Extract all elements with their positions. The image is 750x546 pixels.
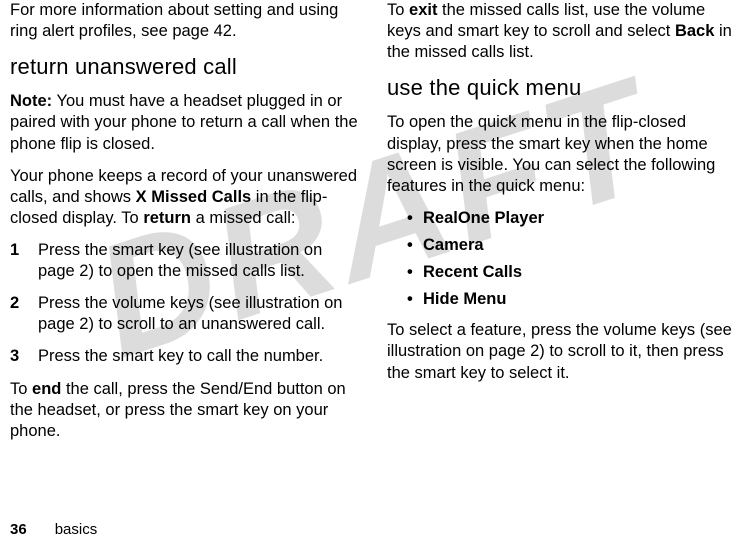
page-footer: 36 basics	[10, 521, 97, 538]
step-text: Press the smart key to call the number.	[38, 346, 323, 367]
back-label: Back	[675, 22, 714, 40]
quick-item-recent: Recent Calls	[407, 262, 740, 283]
page-number: 36	[10, 521, 27, 538]
page-content: For more information about setting and u…	[0, 0, 750, 500]
bullet-label: Hide Menu	[423, 290, 506, 308]
record-paragraph: Your phone keeps a record of your unansw…	[10, 166, 363, 229]
intro-paragraph: For more information about setting and u…	[10, 0, 363, 42]
note-body: You must have a headset plugged in or pa…	[10, 92, 358, 152]
record-text-e: a missed call:	[191, 209, 296, 227]
exit-text-a: To	[387, 1, 409, 19]
end-text-a: To	[10, 380, 32, 398]
note-label: Note:	[10, 92, 52, 110]
quick-item-camera: Camera	[407, 235, 740, 256]
end-call-paragraph: To end the call, press the Send/End butt…	[10, 379, 363, 442]
note-paragraph: Note: You must have a headset plugged in…	[10, 91, 363, 154]
select-feature-paragraph: To select a feature, press the volume ke…	[387, 320, 740, 383]
quick-item-hide: Hide Menu	[407, 289, 740, 310]
step-number: 3	[10, 346, 38, 367]
exit-paragraph: To exit the missed calls list, use the v…	[387, 0, 740, 63]
bullet-label: Camera	[423, 236, 484, 254]
step-1: 1Press the smart key (see illustration o…	[10, 240, 363, 282]
right-column: To exit the missed calls list, use the v…	[387, 0, 740, 500]
quick-menu-list: RealOne Player Camera Recent Calls Hide …	[407, 208, 740, 310]
quick-item-realone: RealOne Player	[407, 208, 740, 229]
end-word: end	[32, 380, 61, 398]
steps-list: 1Press the smart key (see illustration o…	[10, 240, 363, 368]
end-text-c: the call, press the Send/End button on t…	[10, 380, 346, 440]
step-3: 3Press the smart key to call the number.	[10, 346, 363, 367]
section-label: basics	[55, 521, 98, 538]
missed-calls-label: X Missed Calls	[136, 188, 252, 206]
left-column: For more information about setting and u…	[10, 0, 363, 500]
step-number: 1	[10, 240, 38, 282]
step-number: 2	[10, 293, 38, 335]
bullet-label: RealOne Player	[423, 209, 544, 227]
quick-intro-paragraph: To open the quick menu in the flip-close…	[387, 112, 740, 196]
return-word: return	[143, 209, 191, 227]
exit-word: exit	[409, 1, 437, 19]
heading-quick-menu: use the quick menu	[387, 74, 740, 102]
step-text: Press the volume keys (see illustration …	[38, 293, 363, 335]
step-text: Press the smart key (see illustration on…	[38, 240, 363, 282]
bullet-label: Recent Calls	[423, 263, 522, 281]
heading-return-unanswered: return unanswered call	[10, 53, 363, 81]
step-2: 2Press the volume keys (see illustration…	[10, 293, 363, 335]
